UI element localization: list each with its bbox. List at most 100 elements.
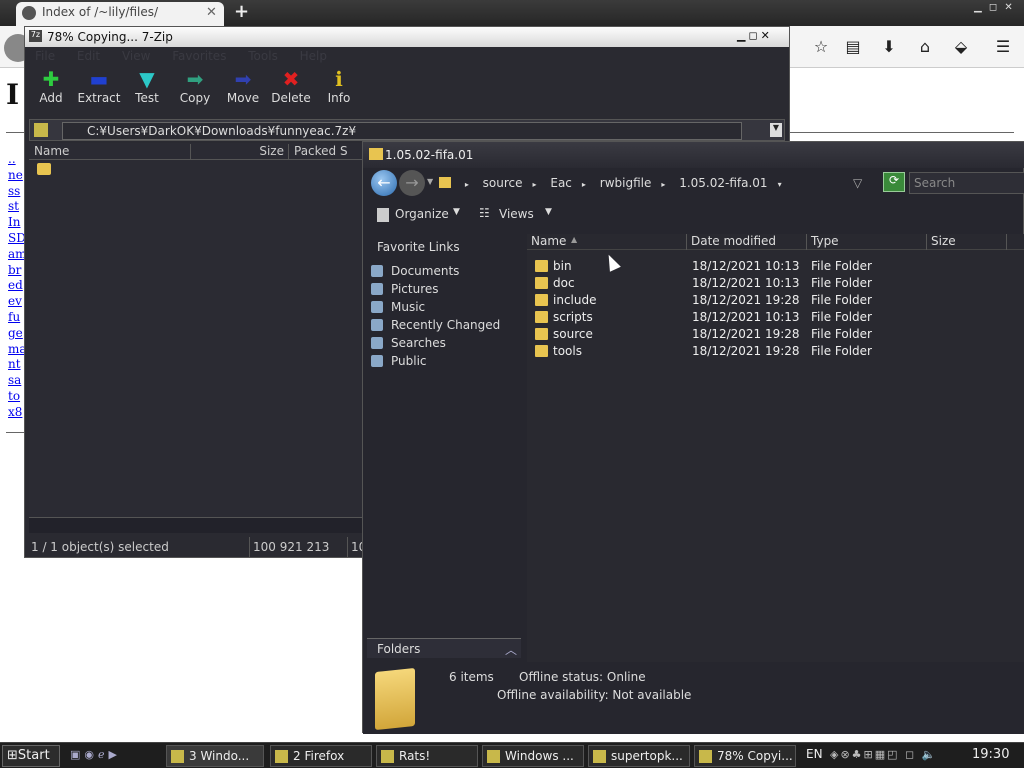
7zip-toolbar: ✚ Add ▬ Extract ▼ Test ➡ Copy ➡ Move ✖ Delete ℹ Info	[25, 67, 789, 115]
status-size: 100 921 213	[253, 540, 330, 554]
taskbar-button[interactable]: 78% Copyi...	[694, 745, 796, 767]
column-header-size[interactable]: Size	[191, 144, 289, 159]
breadcrumb-item[interactable]: 1.05.02-fifa.01	[679, 176, 767, 190]
close-tab-icon[interactable]: ✕	[206, 5, 217, 20]
toolbar-button-copy[interactable]: ➡ Copy	[171, 67, 219, 105]
table-row[interactable]: source 18/12/2021 19:28 File Folder	[527, 326, 1024, 343]
taskbar-button[interactable]: supertopk...	[588, 745, 690, 767]
breadcrumb-item[interactable]: source	[483, 176, 523, 190]
searches-icon	[371, 337, 383, 349]
column-header-date[interactable]: Date modified	[687, 234, 807, 250]
7zip-title-bar: 7z 78% Copying... 7-Zip ▁◻✕	[25, 27, 789, 47]
table-row[interactable]: doc 18/12/2021 10:13 File Folder	[527, 275, 1024, 292]
download-icon[interactable]: ⬇	[878, 37, 900, 57]
home-icon[interactable]: ⌂	[914, 37, 936, 57]
cell-name: scripts	[553, 310, 593, 324]
toolbar-button-info[interactable]: ℹ Info	[315, 67, 363, 105]
column-header-name[interactable]: Name	[527, 234, 687, 250]
window-controls[interactable]: ▁◻✕	[737, 29, 773, 42]
pictures-icon	[371, 283, 383, 295]
toolbar-button-label: Add	[39, 91, 63, 105]
start-button[interactable]: ⊞Start	[2, 745, 60, 767]
favorite-label: Music	[391, 300, 426, 314]
item-count: 6 items	[449, 670, 494, 684]
favorite-link-pictures[interactable]: Pictures	[371, 282, 439, 300]
favorite-link-documents[interactable]: Documents	[371, 264, 459, 282]
favorite-link-searches[interactable]: Searches	[371, 336, 446, 354]
cell-type: File Folder	[811, 276, 872, 290]
toolbar-button-test[interactable]: ▼ Test	[123, 67, 171, 105]
browser-tab[interactable]: Index of /~lily/files/ ✕	[16, 2, 224, 26]
taskbar-button[interactable]: 3 Windo...	[166, 745, 264, 767]
navigation-pane: Favorite Links Documents Pictures Music Rec…	[363, 234, 521, 634]
cell-type: File Folder	[811, 310, 872, 324]
quick-launch-icons[interactable]: ▣◉ℯ▶	[70, 748, 121, 761]
table-row[interactable]: tools 18/12/2021 19:28 File Folder	[527, 343, 1024, 360]
taskbar-button[interactable]: 2 Firefox	[270, 745, 372, 767]
search-input[interactable]: Search	[909, 172, 1024, 194]
cell-type: File Folder	[811, 327, 872, 341]
column-header-type[interactable]: Type	[807, 234, 927, 250]
cell-name: source	[553, 327, 593, 341]
favorite-link-recently-changed[interactable]: Recently Changed	[371, 318, 500, 336]
pocket-icon[interactable]: ⬙	[950, 37, 972, 57]
bookmark-star-icon[interactable]: ☆	[810, 37, 832, 57]
folder-icon	[535, 294, 548, 306]
table-row[interactable]: include 18/12/2021 19:28 File Folder	[527, 292, 1024, 309]
column-header-packed[interactable]: Packed S	[289, 144, 365, 159]
breadcrumb-item[interactable]: rwbigfile	[600, 176, 652, 190]
folder-icon	[535, 328, 548, 340]
views-icon: ☷	[479, 206, 490, 220]
chevron-down-icon[interactable]: ▼	[427, 177, 433, 186]
taskbar-button-label: Windows ...	[505, 749, 574, 763]
breadcrumb-item[interactable]: Eac	[550, 176, 572, 190]
views-button[interactable]: Views	[499, 207, 534, 221]
taskbar-button[interactable]: Rats!	[376, 745, 478, 767]
7zip-menu-bar[interactable]: File Edit View Favorites Tools Help	[25, 47, 789, 65]
7zip-status-bar: 1 / 1 object(s) selected 100 921 213 10	[25, 537, 366, 557]
folder-icon	[535, 260, 548, 272]
chevron-down-icon[interactable]: ▽	[853, 176, 862, 190]
7zip-path-field[interactable]: C:¥Users¥DarkOK¥Downloads¥funnyeac.7z¥	[62, 122, 742, 140]
folder-up-icon[interactable]	[34, 123, 48, 137]
folders-toggle[interactable]: Folders ︿	[367, 638, 521, 658]
chevron-down-icon[interactable]: ▼	[770, 123, 782, 137]
taskbar-button[interactable]: Windows ...	[482, 745, 584, 767]
table-row[interactable]: bin 18/12/2021 10:13 File Folder	[527, 258, 1024, 275]
chevron-down-icon: ▼	[545, 207, 552, 217]
forward-arrow-icon[interactable]: →	[399, 170, 425, 196]
status-selected: 1 / 1 object(s) selected	[31, 540, 169, 554]
toolbar-button-label: Copy	[179, 91, 211, 105]
music-icon	[371, 301, 383, 313]
system-tray-icons[interactable]: ◈⊗♣⊞▦◰ ◻ 🔈	[830, 748, 937, 761]
chevron-down-icon: ▼	[453, 207, 460, 217]
menu-icon[interactable]: ☰	[992, 37, 1014, 57]
window-controls[interactable]: ▁ ◻ ✕	[974, 2, 1015, 13]
column-header-name[interactable]: Name	[29, 144, 191, 159]
back-arrow-icon[interactable]: ←	[371, 170, 397, 196]
explorer-title: 1.05.02-fifa.01	[385, 148, 474, 162]
toolbar-button-label: Move	[226, 91, 260, 105]
horizontal-scrollbar[interactable]	[29, 517, 365, 533]
breadcrumb: ▸ source ▸ Eac ▸ rwbigfile ▸ 1.05.02-fifa.0…	[439, 172, 879, 194]
column-header-size[interactable]: Size	[927, 234, 1007, 250]
toolbar-button-extract[interactable]: ▬ Extract	[75, 67, 123, 105]
favorite-link-music[interactable]: Music	[371, 300, 425, 318]
language-indicator[interactable]: EN	[806, 747, 823, 761]
windows-logo-icon: ⊞	[7, 748, 18, 763]
toolbar-button-move[interactable]: ➡ Move	[219, 67, 267, 105]
divider	[347, 537, 348, 557]
explorer-nav-bar: ← → ▼ ▸ source ▸ Eac ▸ rwbigfile ▸ 1.05.02-…	[363, 168, 1024, 198]
toolbar-button-delete[interactable]: ✖ Delete	[267, 67, 315, 105]
organize-button[interactable]: Organize	[395, 207, 449, 221]
refresh-icon[interactable]: ⟳	[883, 172, 905, 192]
favorite-link-public[interactable]: Public	[371, 354, 427, 372]
table-row[interactable]: scripts 18/12/2021 10:13 File Folder	[527, 309, 1024, 326]
toolbar-button-add[interactable]: ✚ Add	[27, 67, 75, 105]
library-icon[interactable]: ▤	[842, 37, 864, 57]
favorites-title: Favorite Links	[377, 240, 460, 254]
cell-name: tools	[553, 344, 582, 358]
sort-arrow-icon: ▲	[571, 235, 578, 244]
new-tab-button[interactable]: +	[234, 1, 249, 22]
folder-icon[interactable]	[37, 163, 51, 175]
